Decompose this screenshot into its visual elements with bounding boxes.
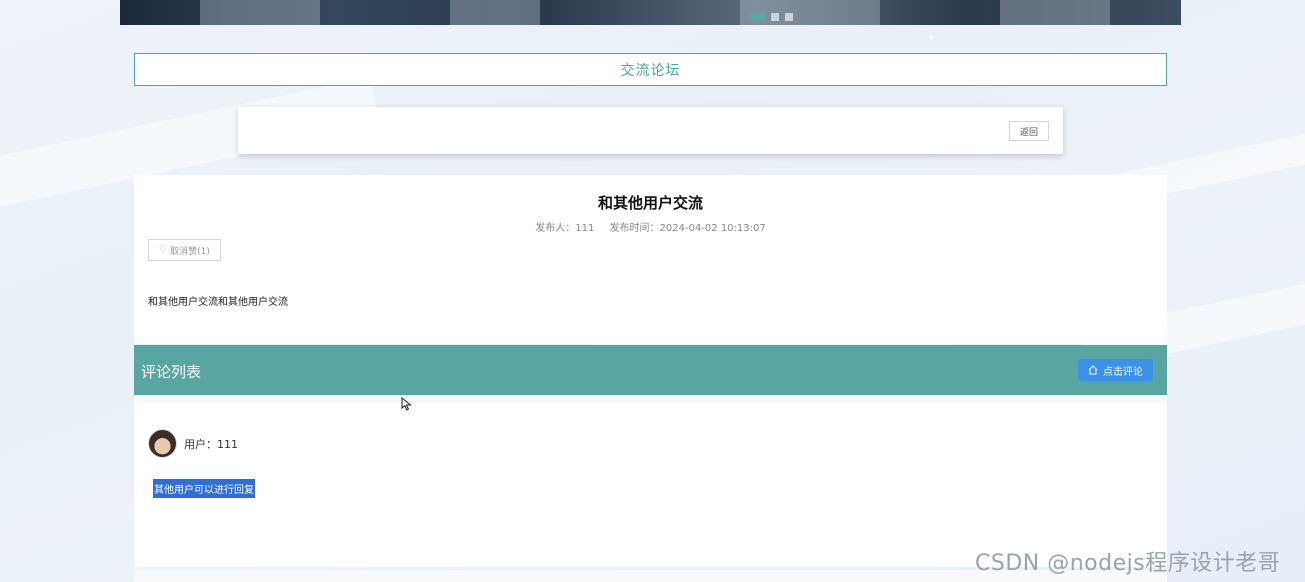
mouse-cursor-icon [401,397,412,411]
unlike-button[interactable]: ♡ 取消赞(1) [148,239,221,261]
comments-header: 评论列表 点击评论 [134,345,1167,395]
post-body: 和其他用户交流和其他用户交流 [148,297,288,308]
comment-user-label: 用户：111 [184,437,238,451]
comment-user: 用户：111 [148,429,238,458]
post-title: 和其他用户交流 [597,194,703,212]
banner-image-detail [450,0,540,25]
unlike-button-label: 取消赞(1) [170,246,210,257]
comments-title: 评论列表 [141,363,202,381]
post-detail: 和其他用户交流 发布人：111 发布时间：2024-04-02 10:13:07… [134,175,1167,344]
section-title: 交流论坛 [134,53,1167,86]
home-icon [1088,365,1098,375]
watermark: CSDN @nodejs程序设计老哥 [975,551,1281,576]
carousel-dot-2[interactable] [771,13,779,21]
avatar [148,429,177,458]
post-time: 发布时间：2024-04-02 10:13:07 [609,223,766,234]
carousel-dot-3[interactable] [785,13,793,21]
carousel-indicators [749,13,793,21]
post-meta: 发布人：111 发布时间：2024-04-02 10:13:07 [134,219,1167,234]
toolbar-card: 返回 [238,107,1063,154]
add-comment-button[interactable]: 点击评论 [1078,359,1153,381]
sparkle-icon: ✦ [927,33,936,44]
add-comment-button-label: 点击评论 [1103,366,1143,378]
comment-list: 用户：111 其他用户可以进行回复 [134,395,1167,567]
back-button[interactable]: 返回 [1008,121,1049,141]
heart-icon: ♡ [159,245,168,255]
post-author: 发布人：111 [535,223,595,234]
comment-text: 其他用户可以进行回复 [153,479,255,498]
banner-carousel[interactable] [120,0,1181,25]
carousel-dot-1[interactable] [749,13,765,21]
banner-image-detail [200,0,320,25]
banner-image-detail [1000,0,1110,25]
section-title-text: 交流论坛 [620,62,681,79]
